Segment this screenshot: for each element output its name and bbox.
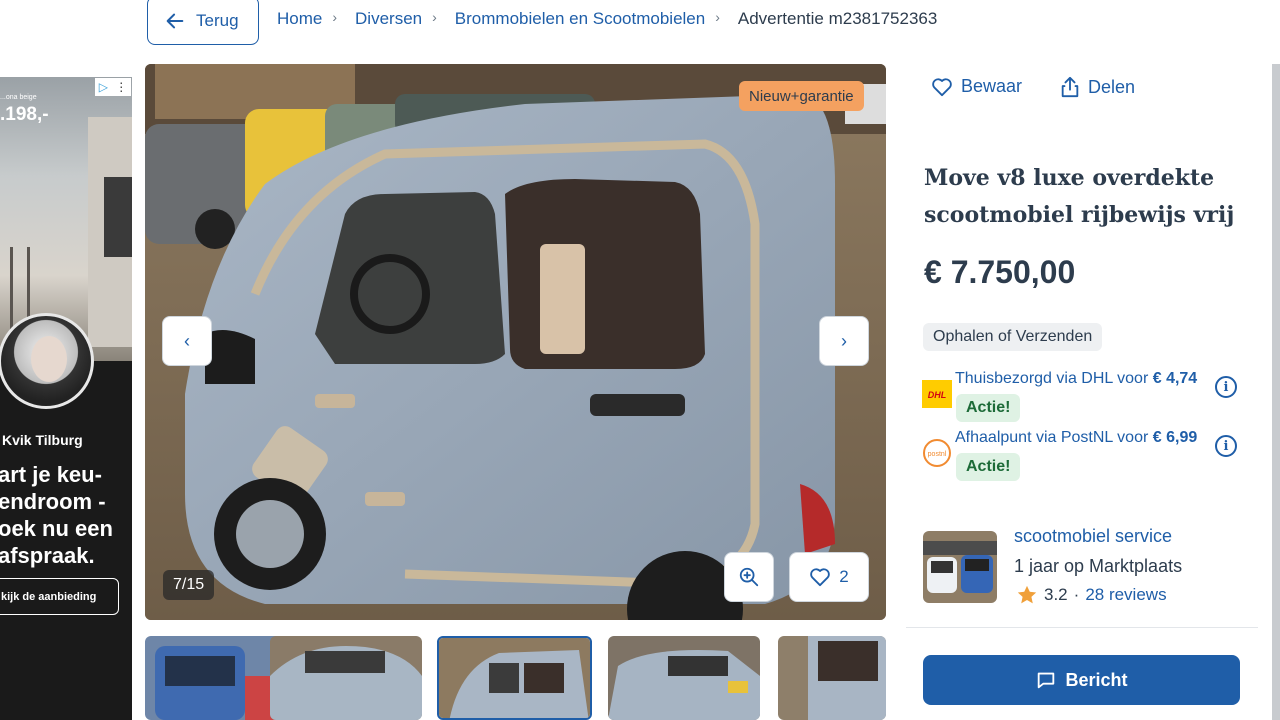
message-button[interactable]: Bericht bbox=[923, 655, 1240, 705]
zoom-button[interactable] bbox=[724, 552, 774, 602]
save-label: Bewaar bbox=[961, 76, 1023, 96]
previous-photo-button[interactable]: ‹ bbox=[162, 316, 212, 366]
breadcrumb: Home › Diversen › Brommobielen en Scootm… bbox=[277, 9, 937, 29]
car-photo bbox=[145, 64, 886, 620]
thumbnail[interactable] bbox=[608, 636, 760, 720]
info-icon[interactable]: i bbox=[1215, 376, 1237, 398]
dhl-logo-icon: DHL bbox=[922, 380, 952, 408]
shipping-option-dhl[interactable]: DHL Thuisbezorgd via DHL voor € 4,74 Act… bbox=[922, 370, 1242, 426]
share-icon bbox=[1061, 76, 1079, 98]
postnl-logo-icon: postnl bbox=[923, 439, 951, 467]
seller-rating: 3.2 · 28 reviews bbox=[1016, 584, 1167, 606]
chevron-left-icon: ‹ bbox=[184, 330, 190, 351]
share-label: Delen bbox=[1088, 76, 1136, 97]
favorite-count: 2 bbox=[839, 567, 849, 586]
promo-badge: Actie! bbox=[956, 394, 1021, 422]
thumbnail[interactable] bbox=[778, 636, 886, 720]
chat-icon bbox=[1038, 672, 1055, 689]
photo-counter: 7/15 bbox=[163, 570, 215, 600]
new-warranty-badge: Nieuw+garantie bbox=[739, 81, 864, 111]
zoom-in-icon bbox=[739, 567, 759, 587]
share-button[interactable]: Delen bbox=[1060, 76, 1135, 98]
top-bar: Terug Home › Diversen › Brommobielen en … bbox=[0, 0, 1280, 46]
ad-headline: art je keu- endroom - oek nu een afspraa… bbox=[0, 462, 113, 568]
chevron-right-icon: › bbox=[715, 9, 720, 25]
chevron-right-icon: › bbox=[841, 330, 847, 351]
shipping-text: Afhaalpunt via PostNL voor € 6,99 bbox=[955, 429, 1198, 446]
ad-cta-button[interactable]: kijk de aanbieding bbox=[0, 578, 119, 615]
info-icon[interactable]: i bbox=[1215, 435, 1237, 457]
thumbnail-strip bbox=[145, 636, 886, 720]
divider bbox=[906, 627, 1258, 628]
back-label: Terug bbox=[196, 10, 239, 30]
ad-brand: Kvik Tilburg bbox=[2, 432, 83, 448]
svg-text:postnl: postnl bbox=[928, 451, 947, 458]
seller-avatar[interactable] bbox=[923, 531, 997, 603]
ad-price: .198,- bbox=[0, 104, 49, 125]
listing-price: € 7.750,00 bbox=[924, 254, 1076, 290]
message-label: Bericht bbox=[1065, 669, 1128, 690]
side-advertisement[interactable]: ...ona beige .198,- ▷ ⋮ Kvik Tilburg art … bbox=[0, 77, 132, 720]
ad-product-text: ...ona beige bbox=[0, 94, 37, 101]
main-photo[interactable]: Nieuw+garantie ‹ › 7/15 2 bbox=[145, 64, 886, 620]
breadcrumb-current: Advertentie m2381752363 bbox=[737, 9, 938, 28]
heart-icon bbox=[932, 77, 952, 96]
ad-avatar bbox=[0, 313, 94, 409]
shipping-text: Thuisbezorgd via DHL voor € 4,74 bbox=[955, 370, 1198, 387]
listing-title: Move v8 luxe overdekte scootmobiel rijbe… bbox=[924, 165, 1235, 228]
ad-choices-icon[interactable]: ▷ ⋮ bbox=[95, 78, 131, 96]
star-icon bbox=[1017, 585, 1037, 604]
breadcrumb-diversen[interactable]: Diversen bbox=[355, 9, 422, 29]
delivery-tag: Ophalen of Verzenden bbox=[923, 323, 1103, 351]
save-button[interactable]: Bewaar bbox=[931, 76, 1022, 97]
breadcrumb-home[interactable]: Home bbox=[277, 9, 322, 29]
thumbnail-active[interactable] bbox=[437, 636, 592, 720]
page-scrollbar[interactable] bbox=[1272, 64, 1280, 720]
chevron-right-icon: › bbox=[332, 9, 338, 25]
next-photo-button[interactable]: › bbox=[819, 316, 869, 366]
breadcrumb-category[interactable]: Brommobielen en Scootmobielen bbox=[455, 9, 705, 29]
seller-name[interactable]: scootmobiel service bbox=[1014, 526, 1172, 547]
svg-text:DHL: DHL bbox=[928, 390, 947, 400]
heart-icon bbox=[810, 568, 831, 587]
promo-badge: Actie! bbox=[956, 453, 1021, 481]
back-button[interactable]: Terug bbox=[147, 0, 259, 45]
thumbnail[interactable] bbox=[270, 636, 422, 720]
shipping-option-postnl[interactable]: postnl Afhaalpunt via PostNL voor € 6,99… bbox=[922, 429, 1242, 485]
seller-membership: 1 jaar op Marktplaats bbox=[1014, 556, 1183, 576]
reviews-link[interactable]: 28 reviews bbox=[1085, 585, 1166, 605]
favorite-count-button[interactable]: 2 bbox=[789, 552, 869, 602]
chevron-right-icon: › bbox=[432, 9, 437, 25]
rating-separator: · bbox=[1073, 585, 1080, 604]
rating-value: 3.2 bbox=[1044, 585, 1068, 604]
arrow-left-icon bbox=[166, 13, 184, 28]
